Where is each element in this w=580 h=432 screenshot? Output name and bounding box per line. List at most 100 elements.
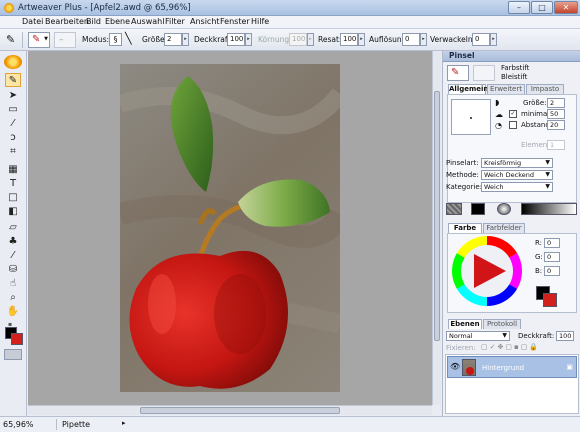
menu-datei[interactable]: Datei xyxy=(22,17,43,26)
close-button[interactable]: ✕ xyxy=(554,1,578,14)
r-label: R: xyxy=(535,239,543,247)
painting-canvas[interactable] xyxy=(120,64,340,392)
menu-ansicht[interactable]: Ansicht xyxy=(190,17,220,26)
texture-swatch[interactable] xyxy=(446,203,462,215)
rect-select-tool-icon[interactable]: ▭ xyxy=(5,103,21,117)
koernung-spinner[interactable]: ▸ xyxy=(307,33,314,46)
tab-farbfelder[interactable]: Farbfelder xyxy=(483,223,525,233)
background-color-swatch[interactable] xyxy=(11,333,23,345)
verwackeln-spinner[interactable]: ▸ xyxy=(490,33,497,46)
brush-groesse-input[interactable]: 2 xyxy=(547,98,565,108)
mode-swirl-icon[interactable]: § xyxy=(109,33,122,46)
panel-background-swatch[interactable] xyxy=(543,293,557,307)
mode-line-icon[interactable]: ╲ xyxy=(125,32,132,45)
pencil-icon: ✎ xyxy=(451,67,460,78)
tab-ebenen[interactable]: Ebenen xyxy=(448,319,482,329)
brush-category-picker[interactable]: ✎ xyxy=(447,65,469,81)
eye-icon[interactable]: 👁 xyxy=(450,362,460,371)
menu-auswahl[interactable]: Auswahl xyxy=(131,17,164,26)
move-tool-icon[interactable]: ➤ xyxy=(5,89,21,103)
b-input[interactable]: 0 xyxy=(544,266,560,276)
tab-allgemein[interactable]: Allgemein xyxy=(448,84,488,94)
paper-swatch[interactable] xyxy=(471,203,485,215)
abstand-input[interactable]: 20 xyxy=(547,120,565,130)
canvas-area[interactable] xyxy=(28,51,432,405)
brush-preset-picker[interactable]: ✎ ▼ xyxy=(28,32,50,48)
kategorie-select[interactable]: Weich ▼ xyxy=(481,182,553,192)
minimal-input[interactable]: 50 xyxy=(547,109,565,119)
lasso-tool-icon[interactable]: ↄ xyxy=(5,131,21,145)
layer-row-hintergrund[interactable]: 👁 Hintergrund ▣ xyxy=(447,356,577,378)
vertical-scroll-thumb[interactable] xyxy=(434,91,440,341)
spacing-icon[interactable]: ◔ xyxy=(495,121,502,130)
paint-bucket-tool-icon[interactable]: ⛁ xyxy=(5,263,21,277)
vertical-scrollbar[interactable] xyxy=(432,51,441,405)
brush-variant-picker[interactable]: – xyxy=(54,32,76,48)
status-arrow-icon[interactable]: ▸ xyxy=(122,419,130,430)
koernung-input[interactable]: 100 xyxy=(289,33,307,46)
menu-filter[interactable]: Filter xyxy=(165,17,185,26)
color-wheel[interactable] xyxy=(450,234,524,308)
menu-bearbeiten[interactable]: Bearbeiten xyxy=(45,17,89,26)
groesse-spinner[interactable]: ▸ xyxy=(182,33,189,46)
groesse-input[interactable]: 2 xyxy=(164,33,182,46)
menu-fenster[interactable]: Fenster xyxy=(220,17,250,26)
horizontal-scroll-thumb[interactable] xyxy=(140,407,340,414)
brush-variant-button[interactable] xyxy=(473,65,495,81)
rectangle-tool-icon[interactable]: □ xyxy=(5,191,21,205)
brush-shape-icon[interactable]: ◗ xyxy=(495,98,499,107)
resat-spinner[interactable]: ▸ xyxy=(358,33,365,46)
clone-stamp-tool-icon[interactable]: ♣ xyxy=(5,235,21,249)
element-input[interactable]: 1 xyxy=(547,140,565,150)
brush-panel-header[interactable]: Pinsel xyxy=(443,51,580,62)
lock-options-icons[interactable]: ▢✓✥▢▪▢🔒 xyxy=(481,343,540,351)
blend-mode-select[interactable]: Normal ▼ xyxy=(446,331,510,341)
aufloesung-spinner[interactable]: ▸ xyxy=(420,33,427,46)
pinselart-value: Kreisförmig xyxy=(484,159,522,167)
menu-ebene[interactable]: Ebene xyxy=(105,17,130,26)
tab-erweitert[interactable]: Erweitert xyxy=(487,84,525,94)
hand-tool-icon[interactable]: ✋ xyxy=(5,305,21,319)
zoom-readout[interactable]: 65,96% xyxy=(3,420,34,429)
eyedropper-tool-icon[interactable]: ⁄ xyxy=(5,249,21,263)
methode-select[interactable]: Weich Deckend ▼ xyxy=(481,170,553,180)
tab-farbe[interactable]: Farbe xyxy=(448,223,482,233)
brush-variant-label: Bleistift xyxy=(501,73,528,81)
r-input[interactable]: 0 xyxy=(544,238,560,248)
horizontal-scrollbar[interactable] xyxy=(28,405,432,415)
tab-protokoll[interactable]: Protokoll xyxy=(483,319,521,329)
g-input[interactable]: 0 xyxy=(544,252,560,262)
smudge-tool-icon[interactable]: ☝ xyxy=(5,277,21,291)
gradient-swatch[interactable] xyxy=(521,203,577,215)
screen-mode-icon[interactable] xyxy=(4,349,22,360)
gradient-tool-icon[interactable]: ◧ xyxy=(5,205,21,219)
chevron-down-icon: ▼ xyxy=(545,171,550,178)
maximize-button[interactable]: □ xyxy=(531,1,553,14)
crop-tool-icon[interactable]: ⌗ xyxy=(5,145,21,159)
deckkraft-input[interactable]: 100 xyxy=(227,33,245,46)
pressure-icon[interactable]: ☁ xyxy=(495,110,503,119)
resat-input[interactable]: 100 xyxy=(340,33,358,46)
dab-swatch[interactable] xyxy=(497,203,511,215)
verwackeln-input[interactable]: 0 xyxy=(472,33,490,46)
text-tool-icon[interactable]: T xyxy=(5,177,21,191)
menu-hilfe[interactable]: Hilfe xyxy=(251,17,269,26)
modus-label: Modus: xyxy=(82,35,110,44)
deckkraft-spinner[interactable]: ▸ xyxy=(245,33,252,46)
layer-deckkraft-input[interactable]: 100 xyxy=(556,331,574,341)
kategorie-value: Weich xyxy=(484,183,504,191)
abstand-checkbox[interactable] xyxy=(509,121,517,129)
lock-icon: ▣ xyxy=(566,363,573,371)
pattern-tool-icon[interactable]: ▦ xyxy=(5,163,21,177)
pinselart-select[interactable]: Kreisförmig ▼ xyxy=(481,158,553,168)
chevron-down-icon: ▼ xyxy=(502,332,507,339)
minimal-checkbox[interactable]: ✓ xyxy=(509,110,517,118)
minimize-button[interactable]: – xyxy=(508,1,530,14)
tab-impasto[interactable]: Impasto xyxy=(526,84,564,94)
brush-tool-icon[interactable]: ✎ xyxy=(5,73,21,87)
aufloesung-input[interactable]: 0 xyxy=(402,33,420,46)
menu-bild[interactable]: Bild xyxy=(86,17,101,26)
eraser-tool-icon[interactable]: ▱ xyxy=(5,221,21,235)
zoom-tool-icon[interactable]: ⌕ xyxy=(5,291,21,305)
magic-wand-tool-icon[interactable]: ⁄ xyxy=(5,117,21,131)
